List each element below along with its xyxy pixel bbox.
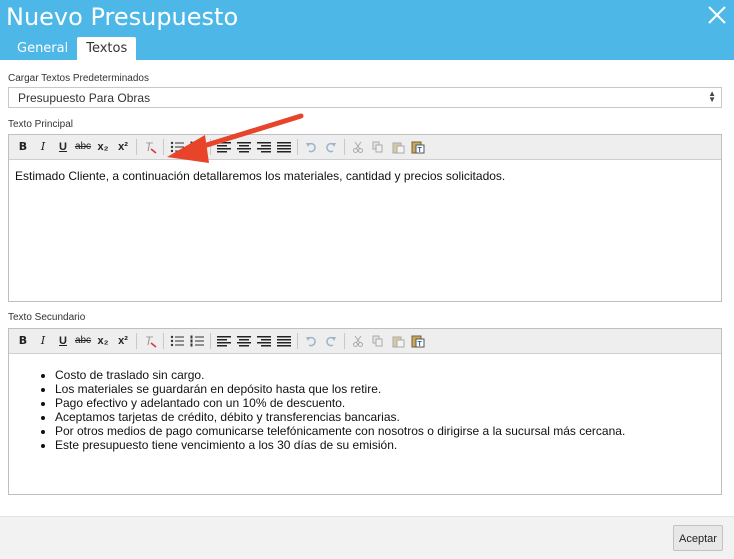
secondary-text-list: Costo de traslado sin cargo. Los materia…	[15, 368, 715, 452]
secondary-text-label: Texto Secundario	[8, 312, 86, 323]
paste-text-icon: T	[411, 141, 425, 154]
redo-icon	[326, 336, 336, 347]
redo-icon	[326, 142, 336, 153]
copy-icon	[372, 141, 383, 153]
bullet-list-icon	[170, 335, 184, 347]
dialog-header: Nuevo Presupuesto General Textos	[0, 0, 734, 60]
remove-format-icon: T	[145, 140, 157, 154]
numbered-list-icon	[190, 335, 204, 347]
align-justify-button[interactable]	[274, 332, 294, 350]
underline-button[interactable]: U	[53, 332, 73, 350]
dialog-title: Nuevo Presupuesto	[6, 3, 239, 31]
list-item: Pago efectivo y adelantado con un 10% de…	[55, 396, 715, 410]
remove-format-button[interactable]: T	[140, 332, 160, 350]
defaults-select[interactable]: Presupuesto Para Obras ▲ ▼	[8, 87, 722, 108]
list-item: Los materiales se guardarán en depósito …	[55, 382, 715, 396]
superscript-button[interactable]: x²	[113, 332, 133, 350]
paste-icon	[392, 142, 404, 154]
svg-text:T: T	[418, 341, 423, 348]
toolbar-separator	[136, 333, 137, 349]
secondary-text-toolbar: B I U abc x₂ x² T T	[9, 329, 721, 354]
list-item: Costo de traslado sin cargo.	[55, 368, 715, 382]
list-item: Este presupuesto tiene vencimiento a los…	[55, 438, 715, 452]
remove-format-icon: T	[145, 334, 157, 348]
accept-button[interactable]: Aceptar	[673, 525, 723, 551]
remove-format-button[interactable]: T	[140, 138, 160, 156]
secondary-text-body[interactable]: Costo de traslado sin cargo. Los materia…	[9, 354, 721, 461]
svg-text:T: T	[145, 334, 154, 348]
svg-text:T: T	[418, 147, 423, 154]
dialog-footer: Aceptar	[0, 516, 734, 559]
paste-button[interactable]	[388, 332, 408, 350]
toolbar-separator	[163, 139, 164, 155]
paste-text-button[interactable]: T	[408, 332, 428, 350]
main-text-label: Texto Principal	[8, 119, 74, 130]
underline-button[interactable]: U	[53, 138, 73, 156]
secondary-text-editor: B I U abc x₂ x² T T C	[8, 328, 722, 495]
numbered-list-button[interactable]	[187, 332, 207, 350]
align-right-icon	[257, 336, 271, 347]
main-text-editor: B I U abc x₂ x² T T Estimado Cliente, a …	[8, 134, 722, 302]
paste-button[interactable]	[388, 138, 408, 156]
paste-text-icon: T	[411, 335, 425, 348]
bold-button[interactable]: B	[13, 332, 33, 350]
superscript-button[interactable]: x²	[113, 138, 133, 156]
strikethrough-button[interactable]: abc	[73, 138, 93, 156]
bold-button[interactable]: B	[13, 138, 33, 156]
copy-button[interactable]	[368, 138, 388, 156]
cut-icon	[353, 335, 363, 348]
align-center-icon	[237, 336, 251, 347]
tab-bar: General Textos	[8, 37, 137, 60]
main-text-toolbar: B I U abc x₂ x² T T	[9, 135, 721, 160]
toolbar-separator	[163, 333, 164, 349]
bullet-list-button[interactable]	[167, 332, 187, 350]
cut-button[interactable]	[348, 138, 368, 156]
italic-button[interactable]: I	[33, 138, 53, 156]
align-left-icon	[217, 336, 231, 347]
defaults-select-value: Presupuesto Para Obras	[18, 91, 151, 105]
cut-button[interactable]	[348, 332, 368, 350]
subscript-button[interactable]: x₂	[93, 332, 113, 350]
toolbar-separator	[297, 333, 298, 349]
align-center-button[interactable]	[234, 332, 254, 350]
undo-icon	[306, 336, 316, 347]
toolbar-separator	[344, 333, 345, 349]
align-right-button[interactable]	[254, 332, 274, 350]
paste-text-button[interactable]: T	[408, 138, 428, 156]
undo-icon	[306, 142, 316, 153]
toolbar-separator	[344, 139, 345, 155]
align-left-button[interactable]	[214, 332, 234, 350]
svg-text:T: T	[145, 140, 154, 154]
cut-icon	[353, 141, 363, 154]
redo-button[interactable]	[321, 332, 341, 350]
list-item: Por otros medios de pago comunicarse tel…	[55, 424, 715, 438]
strikethrough-button[interactable]: abc	[73, 332, 93, 350]
select-arrows-icon: ▲ ▼	[708, 89, 716, 104]
tab-textos[interactable]: Textos	[77, 37, 137, 60]
toolbar-separator	[210, 333, 211, 349]
dialog-content: Cargar Textos Predeterminados Presupuest…	[0, 60, 734, 516]
close-icon[interactable]	[706, 4, 728, 26]
annotation-arrow-icon	[167, 113, 304, 163]
undo-button[interactable]	[301, 332, 321, 350]
tab-general[interactable]: General	[8, 37, 77, 60]
redo-button[interactable]	[321, 138, 341, 156]
align-justify-icon	[277, 336, 291, 347]
toolbar-separator	[136, 139, 137, 155]
defaults-label: Cargar Textos Predeterminados	[8, 73, 149, 84]
subscript-button[interactable]: x₂	[93, 138, 113, 156]
copy-icon	[372, 335, 383, 347]
copy-button[interactable]	[368, 332, 388, 350]
italic-button[interactable]: I	[33, 332, 53, 350]
list-item: Aceptamos tarjetas de crédito, débito y …	[55, 410, 715, 424]
main-text-body[interactable]: Estimado Cliente, a continuación detalla…	[9, 160, 721, 192]
paste-icon	[392, 336, 404, 348]
